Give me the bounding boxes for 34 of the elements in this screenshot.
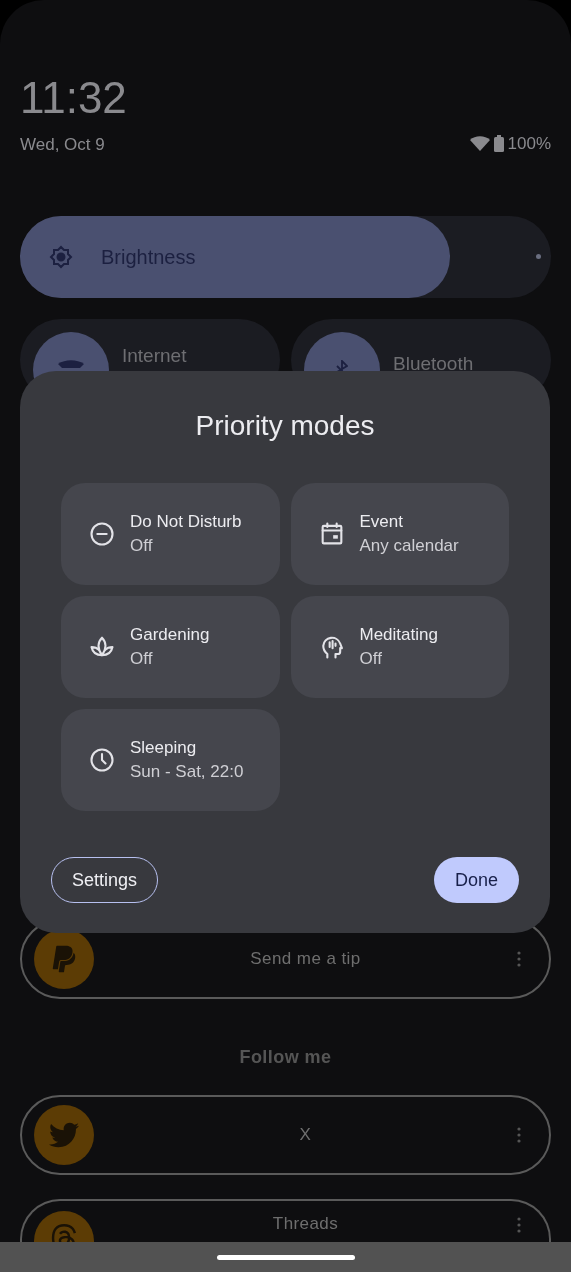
section-title: Follow me [239,1045,332,1069]
clock-icon [88,746,116,774]
mode-name: Meditating [359,624,438,646]
link-button[interactable]: X [20,1094,551,1175]
mode-status: Sun - Sat, 22:0 [130,761,244,783]
mode-tile[interactable]: Do Not Disturb Off [61,483,280,585]
mode-tile[interactable]: Gardening Off [61,596,280,698]
more-options-icon[interactable] [517,1216,521,1233]
brightness-icon [49,244,73,269]
battery-icon [493,135,504,153]
mode-status: Off [130,535,154,557]
at-sign-icon [34,1210,94,1242]
done-button[interactable]: Done [433,857,519,903]
clock-time: 11:32 [20,76,127,120]
mode-name: Event [359,511,404,533]
tile-label: Bluetooth [393,351,474,376]
mode-name: Sleeping [130,737,198,759]
more-options-icon[interactable] [517,1126,521,1143]
mode-tile[interactable]: Meditating Off [290,596,509,698]
mode-tile[interactable]: Sleeping Sun - Sat, 22:0 [61,709,280,811]
minus-circle-icon [88,520,116,548]
mode-status: Off [359,648,383,670]
mode-name: Gardening [130,624,210,646]
tile-label: Internet [122,343,187,368]
home-handle[interactable] [216,1254,355,1260]
mode-name: Do Not Disturb [130,511,242,533]
mode-status: Off [130,648,154,670]
bird-icon [34,1104,94,1165]
date-label: Wed, Oct 9 [20,134,106,156]
mode-tile[interactable]: Event Any calendar [290,483,509,585]
battery-percentage: 100% [507,133,551,155]
more-options-icon[interactable] [517,950,521,967]
dialog-title: Priority modes [195,409,375,443]
mode-status: Any calendar [359,535,459,557]
